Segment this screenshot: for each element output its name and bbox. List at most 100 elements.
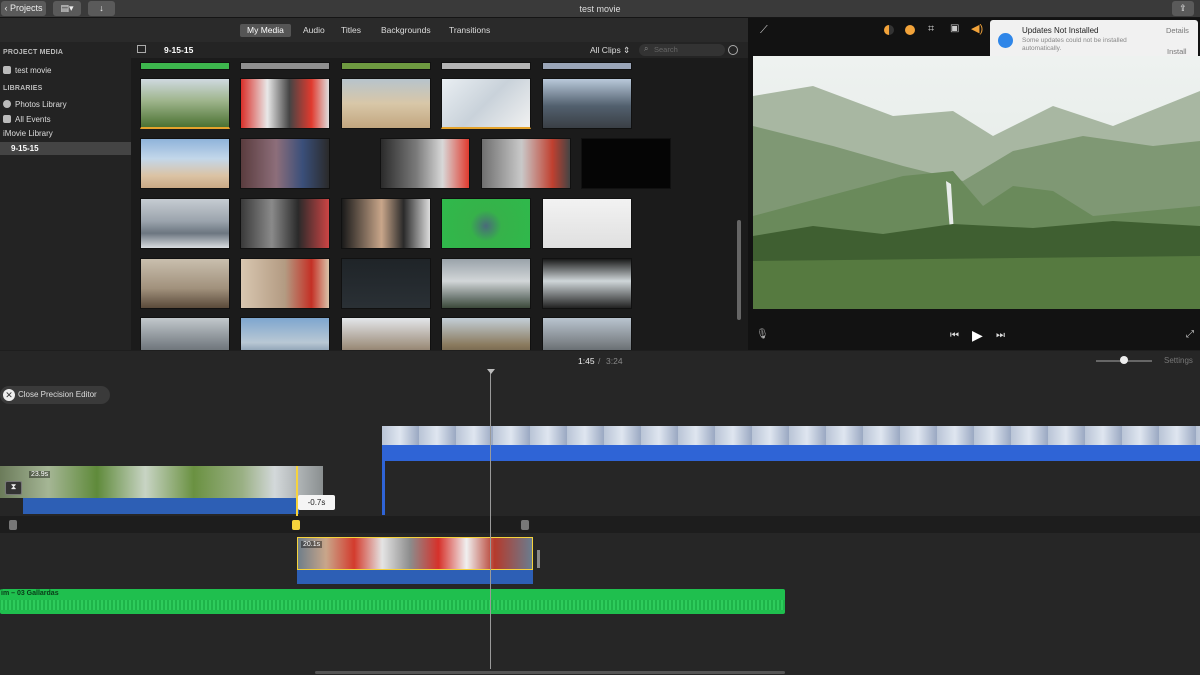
sidebar-item-photos-library[interactable]: Photos Library <box>3 100 67 109</box>
outgoing-clip-audio <box>23 498 299 514</box>
tab-transitions[interactable]: Transitions <box>442 24 497 37</box>
libraries-header: LIBRARIES <box>3 85 43 92</box>
playhead[interactable] <box>490 369 491 669</box>
clip-thumbnail[interactable] <box>240 138 330 189</box>
clip-thumbnail[interactable] <box>341 317 431 350</box>
fullscreen-icon[interactable]: ⤢ <box>1186 329 1194 340</box>
skip-back-icon[interactable]: ⏮ <box>950 330 959 341</box>
clip-thumbnail[interactable] <box>481 138 571 189</box>
clip-thumbnail[interactable] <box>140 138 230 189</box>
clip-thumbnail[interactable] <box>581 138 671 189</box>
settings-button[interactable]: Settings <box>1164 356 1193 365</box>
zoom-slider-knob[interactable] <box>1120 356 1128 364</box>
timeline-scrollbar[interactable] <box>315 671 785 674</box>
clip-thumbnail[interactable] <box>441 78 531 129</box>
browser-scrollbar[interactable] <box>737 220 741 320</box>
clip-thumbnail[interactable] <box>140 198 230 249</box>
clip-thumbnail[interactable] <box>542 62 632 70</box>
trim-handle-right[interactable] <box>521 520 529 530</box>
film-icon <box>3 66 11 74</box>
star-icon <box>3 115 11 123</box>
total-time: 3:24 <box>606 356 623 366</box>
search-field[interactable]: ⌕ Search <box>639 44 725 56</box>
color-balance-icon[interactable] <box>884 25 894 35</box>
crop-icon[interactable]: ⌗ <box>928 23 934 36</box>
cutaway-trim-handle[interactable] <box>537 550 540 568</box>
clip-thumbnail[interactable] <box>441 62 531 70</box>
share-icon: ⇪ <box>1179 3 1187 13</box>
clip-thumbnail[interactable] <box>240 198 330 249</box>
browser-header: 9-15-15 All Clips ⇕ ⌕ Search <box>131 42 748 58</box>
tab-titles[interactable]: Titles <box>334 24 368 37</box>
cutaway-clip-audio <box>297 570 533 584</box>
sidebar-toggle-icon[interactable] <box>137 45 146 53</box>
skip-forward-icon[interactable]: ⏭ <box>996 330 1005 341</box>
clip-thumbnail[interactable] <box>341 258 431 309</box>
trim-handle-active[interactable] <box>292 520 300 530</box>
magic-wand-icon[interactable]: ⟋ <box>760 24 768 37</box>
library-sidebar: PROJECT MEDIA test movie LIBRARIES Photo… <box>0 42 131 350</box>
trim-handle-left[interactable] <box>9 520 17 530</box>
clip-thumbnail[interactable] <box>341 78 431 129</box>
notification-title: Updates Not Installed <box>1022 26 1099 35</box>
clip-thumbnail[interactable] <box>140 62 230 70</box>
play-icon[interactable]: ▶ <box>972 327 983 344</box>
tab-my-media[interactable]: My Media <box>240 24 291 37</box>
clip-thumbnail[interactable] <box>341 62 431 70</box>
share-button[interactable]: ⇪ <box>1172 1 1194 16</box>
microphone-icon[interactable]: 🎙 <box>756 329 769 340</box>
clip-thumbnail[interactable] <box>542 258 632 309</box>
clip-duration-label: 23.9s <box>29 471 51 478</box>
music-track[interactable]: im – 03 Gallardas <box>0 589 785 614</box>
precision-edit-strip <box>0 516 1200 533</box>
clip-thumbnail[interactable] <box>240 62 330 70</box>
event-title: 9-15-15 <box>164 45 194 55</box>
media-browser: 9-15-15 All Clips ⇕ ⌕ Search <box>131 42 748 350</box>
video-preview[interactable] <box>753 56 1200 309</box>
sidebar-item-all-events[interactable]: All Events <box>3 115 51 124</box>
viewer-panel: ⟋ ⌗ ▣ ◀) Updates Not Installed Some upda… <box>748 18 1200 350</box>
cutaway-clip-frames[interactable] <box>297 537 533 570</box>
clip-thumbnail[interactable] <box>542 317 632 350</box>
clip-thumbnail[interactable] <box>240 78 330 129</box>
sidebar-item-project[interactable]: test movie <box>3 66 51 75</box>
close-precision-editor-button[interactable]: ✕ Close Precision Editor <box>0 386 110 404</box>
window-title: test movie <box>579 4 621 14</box>
landscape-frame <box>753 56 1200 309</box>
clip-handle[interactable]: ⧗ <box>5 481 22 495</box>
time-separator: / <box>598 356 601 366</box>
update-notification[interactable]: Updates Not Installed Some updates could… <box>990 20 1198 60</box>
current-time: 1:45 <box>578 356 595 366</box>
search-icon: ⌕ <box>644 44 649 53</box>
gear-icon[interactable] <box>728 45 738 55</box>
clip-thumbnail[interactable] <box>380 138 470 189</box>
stabilization-icon[interactable]: ▣ <box>950 23 959 34</box>
clip-thumbnail[interactable] <box>140 78 230 129</box>
notification-install-button[interactable]: Install <box>1167 47 1187 56</box>
clip-thumbnail[interactable] <box>542 198 632 249</box>
clip-thumbnail[interactable] <box>441 258 531 309</box>
photos-icon <box>3 100 11 108</box>
playhead-handle[interactable] <box>487 369 495 374</box>
clip-thumbnail[interactable] <box>441 198 531 249</box>
notification-details-button[interactable]: Details <box>1166 26 1189 35</box>
clip-thumbnail[interactable] <box>140 258 230 309</box>
clip-thumbnail[interactable] <box>341 198 431 249</box>
color-correction-icon[interactable] <box>905 25 915 35</box>
clip-filter-select[interactable]: All Clips ⇕ <box>590 45 630 56</box>
sidebar-item-event[interactable]: 9-15-15 <box>11 144 39 153</box>
clip-thumbnail[interactable] <box>140 317 230 350</box>
tab-audio[interactable]: Audio <box>296 24 332 37</box>
clip-thumbnail[interactable] <box>542 78 632 129</box>
clip-thumbnail[interactable] <box>240 317 330 350</box>
updown-icon: ⇕ <box>623 45 631 55</box>
title-bar: ‹ Projects ▤▾ ↓ test movie ⇪ <box>0 0 1200 18</box>
clip-thumbnail[interactable] <box>441 317 531 350</box>
clip-thumbnail[interactable] <box>240 258 330 309</box>
incoming-clip-audio <box>382 445 1200 461</box>
tab-backgrounds[interactable]: Backgrounds <box>374 24 438 37</box>
zoom-slider[interactable] <box>1096 356 1152 364</box>
volume-icon[interactable]: ◀) <box>971 22 983 35</box>
sidebar-item-imovie-library[interactable]: iMovie Library <box>3 129 53 138</box>
incoming-clip-frames[interactable] <box>382 426 1200 445</box>
